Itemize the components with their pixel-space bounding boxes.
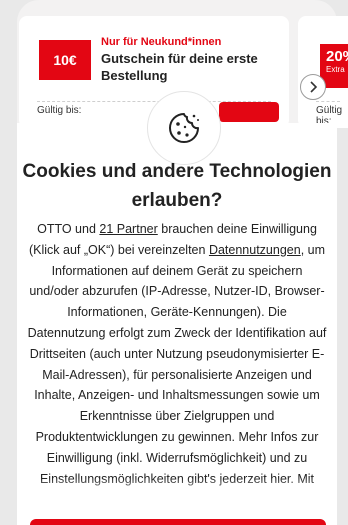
coupon-badge: 10€ bbox=[39, 40, 91, 80]
coupon-divider bbox=[316, 101, 340, 102]
carousel-next-button[interactable] bbox=[300, 74, 326, 100]
consent-text-1: OTTO und bbox=[37, 222, 100, 236]
coupon-action-button[interactable] bbox=[219, 102, 279, 122]
coupon-badge-sub: Extra bbox=[326, 65, 345, 74]
datennutzungen-link[interactable]: Datennutzungen bbox=[209, 243, 301, 257]
coupon-valid-label: Gültig bis: bbox=[37, 105, 82, 116]
consent-text-3: , um Informationen auf deinem Gerät zu s… bbox=[27, 242, 327, 486]
coupon-kicker: Nur für Neukund*innen bbox=[101, 36, 222, 48]
partners-link[interactable]: 21 Partner bbox=[99, 222, 157, 236]
coupon-badge-value: 20% bbox=[326, 48, 348, 65]
consent-heading: Cookies und andere Technologien erlauben… bbox=[22, 161, 332, 211]
accept-button-edge[interactable] bbox=[30, 519, 326, 525]
cookie-icon bbox=[169, 113, 199, 143]
coupon-title: Gutschein für deine erste Bestellung bbox=[101, 51, 258, 83]
consent-body-text: OTTO und 21 Partner brauchen deine Einwi… bbox=[17, 219, 337, 497]
cookie-icon-badge bbox=[147, 91, 221, 165]
coupon-card-extra[interactable]: 20% Extra Gültig bis: bbox=[298, 16, 348, 128]
text-fade-overlay bbox=[17, 478, 337, 500]
chevron-right-icon bbox=[310, 81, 318, 93]
